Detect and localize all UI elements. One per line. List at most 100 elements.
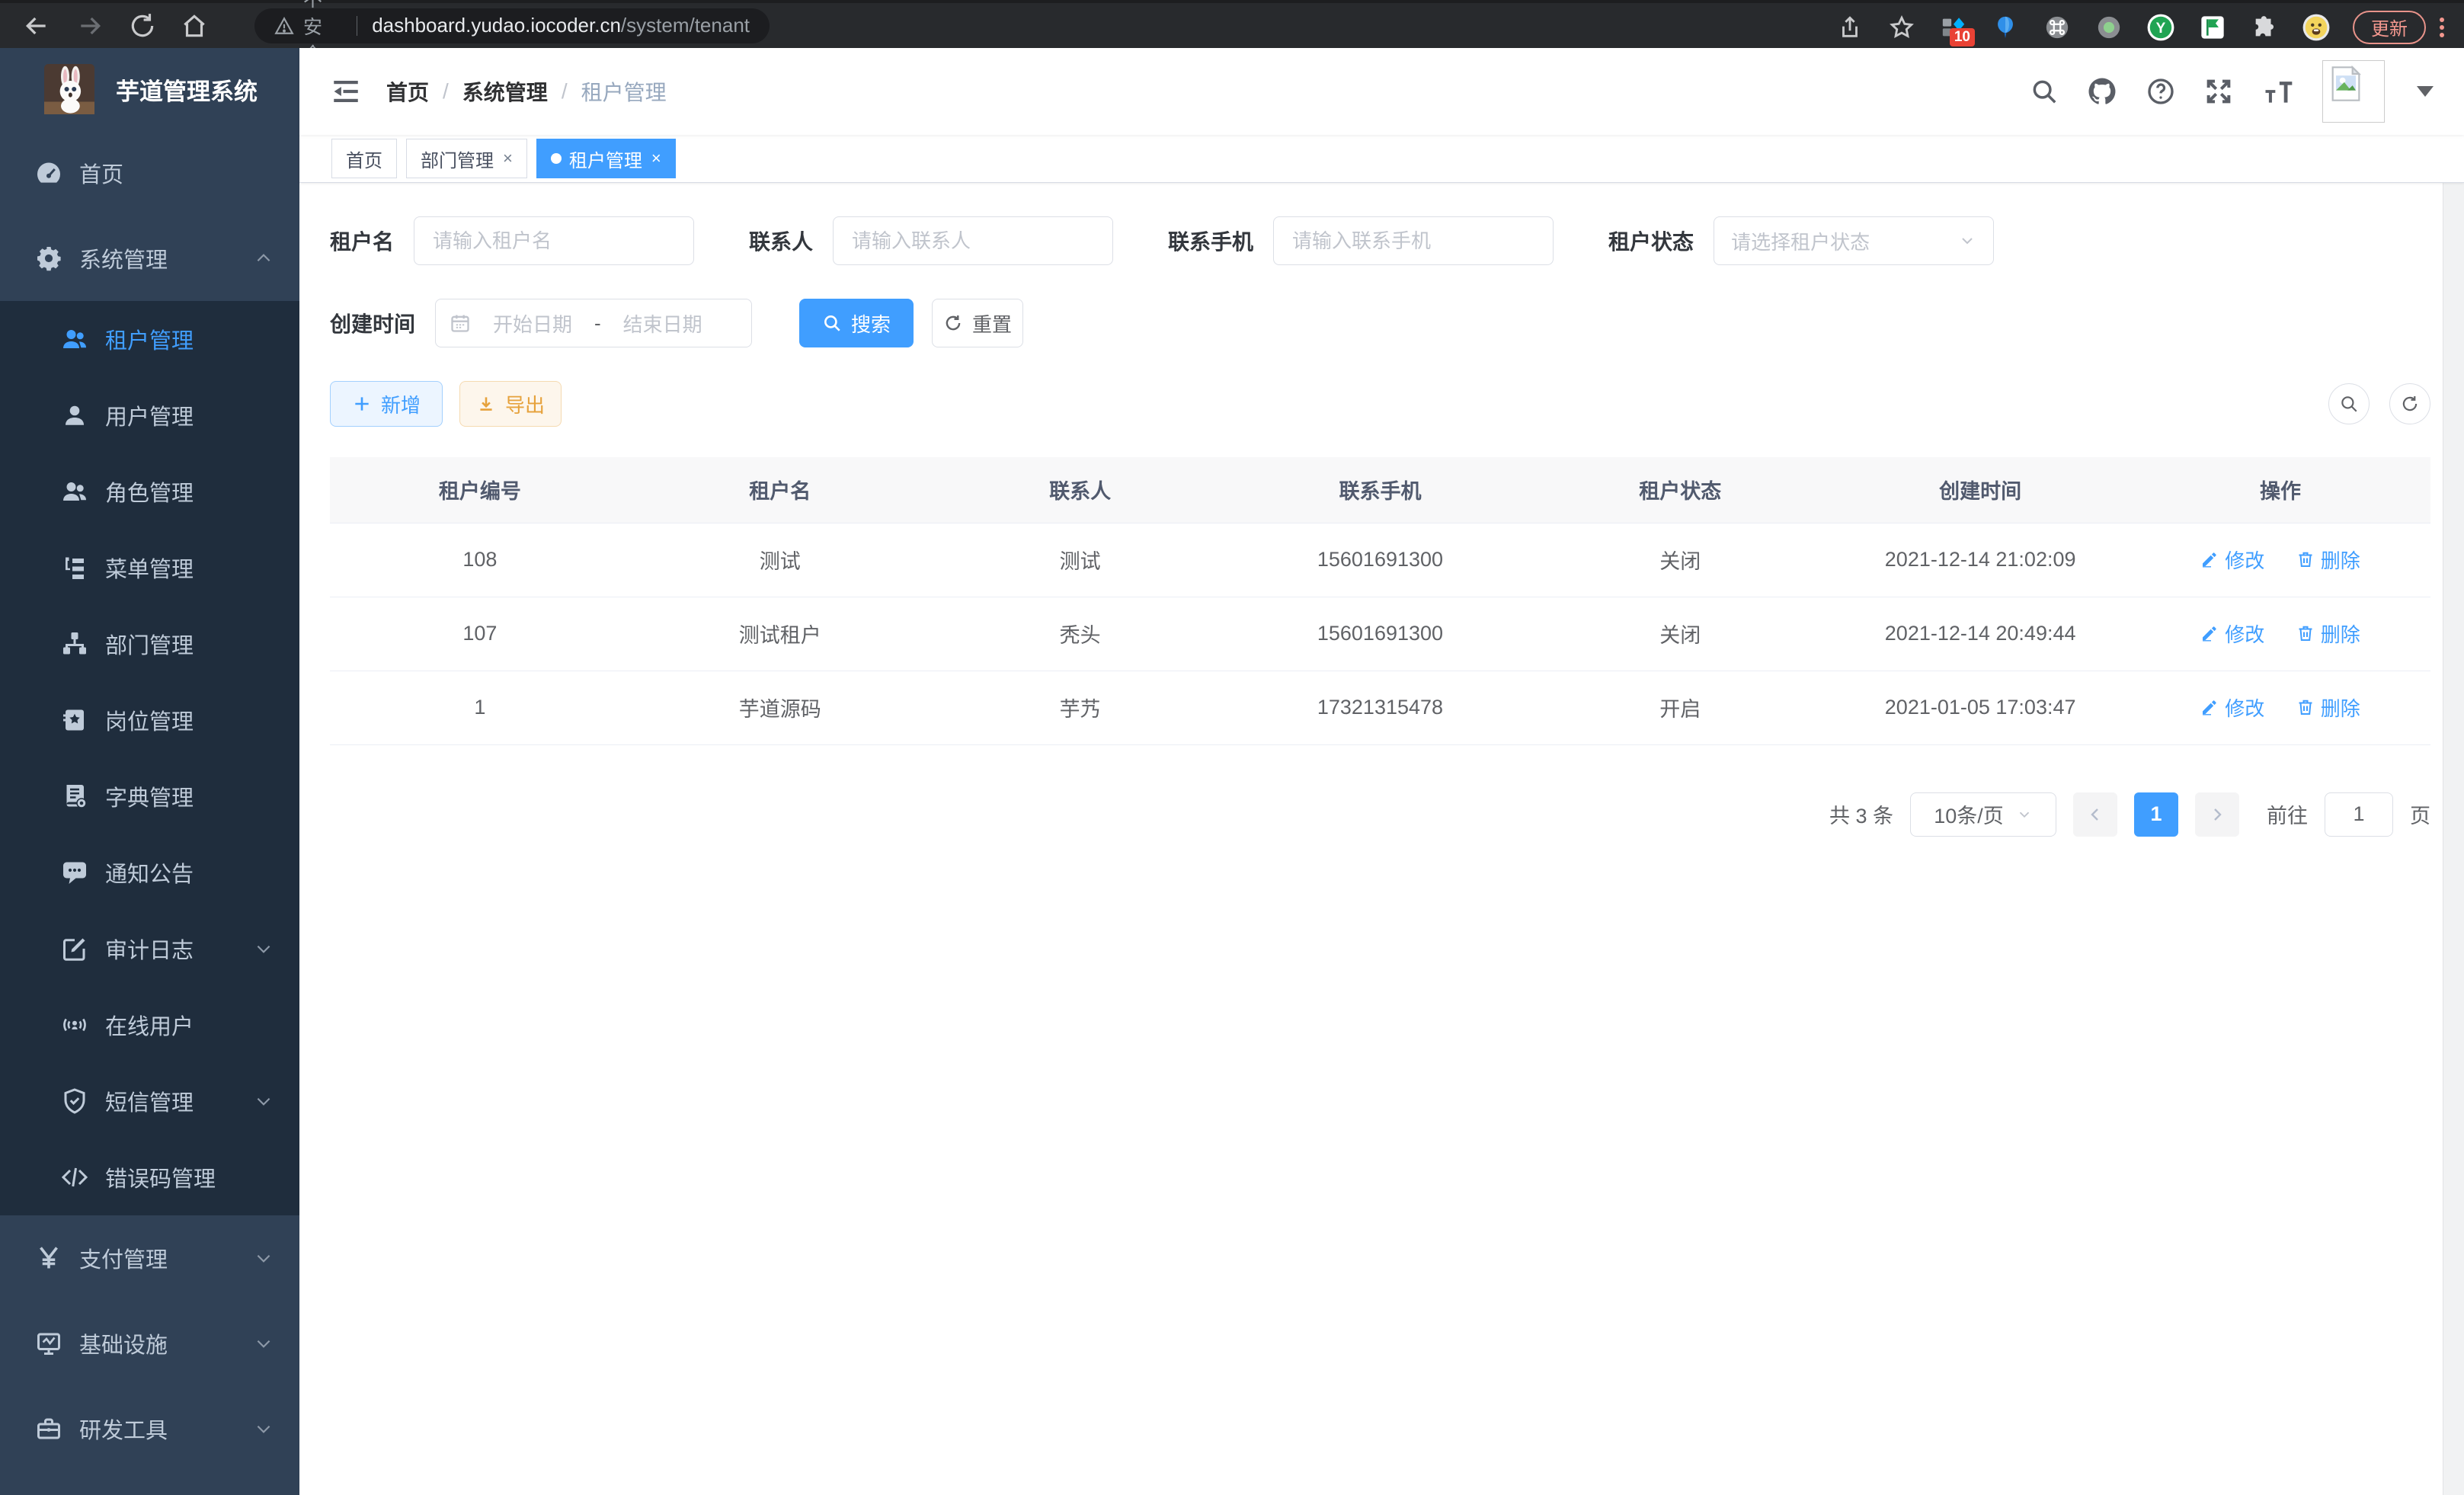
tenant-name-label: 租户名	[330, 226, 394, 256]
col-mobile: 联系手机	[1230, 457, 1531, 523]
sidebar-item-online-users[interactable]: 在线用户	[0, 987, 299, 1063]
browser-forward-icon[interactable]	[75, 11, 105, 41]
export-button[interactable]: 导出	[459, 381, 562, 427]
logo-rabbit-image	[44, 64, 94, 114]
edit-link[interactable]: 修改	[2200, 546, 2264, 574]
plus-icon	[352, 394, 372, 414]
page-size-select[interactable]: 10条/页	[1910, 792, 2056, 837]
edit-link[interactable]: 修改	[2200, 693, 2264, 722]
browser-home-icon[interactable]	[180, 11, 209, 40]
sidebar-item-sms[interactable]: 短信管理	[0, 1063, 299, 1139]
extensions-puzzle-icon[interactable]	[2238, 14, 2290, 40]
table-toolbar: 新增 导出	[330, 381, 2430, 427]
sidebar-item-home[interactable]: 首页	[0, 130, 299, 216]
sidebar-item-audit-log[interactable]: 审计日志	[0, 911, 299, 987]
status-select[interactable]: 请选择租户状态	[1714, 216, 1994, 265]
delete-link[interactable]: 删除	[2296, 546, 2360, 574]
sidebar-item-post[interactable]: 岗位管理	[0, 682, 299, 758]
extension-flag[interactable]	[2187, 15, 2238, 40]
date-range-picker[interactable]: 开始日期 - 结束日期	[435, 299, 752, 347]
profile-avatar[interactable]	[2290, 13, 2342, 42]
sidebar-item-menu[interactable]: 菜单管理	[0, 530, 299, 606]
header-search-icon[interactable]	[2030, 77, 2059, 106]
app-logo[interactable]: 芋道管理系统	[0, 48, 299, 130]
sidebar-item-infrastructure[interactable]: 基础设施	[0, 1301, 299, 1386]
extension-balloon[interactable]	[1979, 14, 2031, 40]
monitor-icon	[35, 1330, 62, 1357]
delete-link[interactable]: 删除	[2296, 693, 2360, 722]
tag-tenant-active[interactable]: 租户管理 ×	[536, 139, 676, 178]
sidebar-item-system[interactable]: 系统管理	[0, 216, 299, 301]
app-title: 芋道管理系统	[116, 72, 258, 107]
toggle-search-button[interactable]	[2328, 383, 2370, 424]
tag-home[interactable]: 首页	[331, 139, 397, 178]
active-tag-dot	[551, 153, 562, 164]
delete-link[interactable]: 删除	[2296, 619, 2360, 648]
browser-reload-icon[interactable]	[128, 11, 157, 40]
col-created: 创建时间	[1830, 457, 2130, 523]
share-icon[interactable]	[1837, 14, 1863, 40]
extension-recorder[interactable]	[2083, 14, 2135, 40]
system-submenu: 租户管理 用户管理 角色管理 菜单管理 部门管理	[0, 301, 299, 1215]
add-button[interactable]: 新增	[330, 381, 443, 427]
sidebar-item-tenant[interactable]: 租户管理	[0, 301, 299, 377]
cell-mobile: 17321315478	[1230, 671, 1531, 744]
sidebar-item-payment[interactable]: 支付管理	[0, 1215, 299, 1301]
sidebar-item-dev-tools[interactable]: 研发工具	[0, 1386, 299, 1471]
user-icon	[61, 402, 88, 429]
goto-label: 前往	[2267, 799, 2308, 829]
reset-button[interactable]: 重置	[932, 299, 1023, 347]
tag-close-icon[interactable]: ×	[503, 149, 513, 168]
prev-page-button[interactable]	[2073, 792, 2117, 837]
fullscreen-icon[interactable]	[2203, 76, 2234, 107]
mobile-label: 联系手机	[1168, 226, 1253, 256]
goto-page-input[interactable]	[2325, 792, 2393, 837]
next-page-button[interactable]	[2195, 792, 2239, 837]
avatar[interactable]	[2322, 60, 2385, 123]
sidebar-item-dept[interactable]: 部门管理	[0, 606, 299, 682]
sidebar-item-dict[interactable]: 字典管理	[0, 758, 299, 834]
download-icon	[476, 394, 496, 414]
cell-created: 2021-12-14 21:02:09	[1830, 523, 2130, 597]
status-text: 关闭	[1530, 523, 1830, 597]
sidebar-item-user[interactable]: 用户管理	[0, 377, 299, 453]
sidebar-item-notice[interactable]: 通知公告	[0, 834, 299, 911]
tag-dept[interactable]: 部门管理 ×	[406, 139, 527, 178]
extension-yudao[interactable]: Y	[2135, 13, 2187, 42]
page-number-button[interactable]: 1	[2134, 792, 2178, 837]
tag-close-icon[interactable]: ×	[651, 149, 661, 168]
sidebar-toggle-icon[interactable]	[330, 75, 362, 107]
calendar-icon	[450, 312, 471, 334]
extension-badge: 10	[1950, 28, 1975, 46]
url-path[interactable]: /system/tenant	[621, 14, 750, 37]
browser-update-button[interactable]: 更新	[2353, 11, 2426, 44]
filter-row-1: 租户名 联系人 联系手机 租户状态 请选择租户状态	[330, 216, 2430, 265]
breadcrumb-home[interactable]: 首页	[386, 76, 429, 107]
sidebar-item-error-code[interactable]: 错误码管理	[0, 1139, 299, 1215]
extension-colorzilla[interactable]: 10	[1928, 14, 1979, 40]
url-host[interactable]: dashboard.yudao.iocoder.cn	[372, 14, 621, 37]
contact-input[interactable]	[833, 216, 1113, 265]
github-icon[interactable]	[2086, 75, 2118, 107]
avatar-caret-icon[interactable]	[2417, 86, 2434, 97]
sidebar-item-role[interactable]: 角色管理	[0, 453, 299, 530]
date-separator: -	[594, 312, 601, 335]
font-size-icon[interactable]	[2261, 75, 2295, 108]
search-button[interactable]: 搜索	[799, 299, 914, 347]
message-icon	[61, 859, 88, 886]
pencil-icon	[2200, 698, 2219, 716]
edit-log-icon	[61, 935, 88, 962]
help-icon[interactable]	[2146, 76, 2176, 107]
breadcrumb-system[interactable]: 系统管理	[462, 76, 548, 107]
page-scrollbar[interactable]	[2443, 48, 2464, 1495]
address-bar[interactable]: 不安全 dashboard.yudao.iocoder.cn/system/te…	[254, 8, 770, 43]
edit-link[interactable]: 修改	[2200, 619, 2264, 648]
mobile-input[interactable]	[1273, 216, 1554, 265]
bookmark-star-icon[interactable]	[1889, 14, 1915, 40]
browser-menu-icon[interactable]	[2432, 14, 2452, 40]
tenant-name-input[interactable]	[414, 216, 694, 265]
extension-command[interactable]	[2031, 14, 2083, 40]
browser-back-icon[interactable]	[21, 11, 52, 41]
refresh-table-button[interactable]	[2389, 383, 2430, 424]
create-time-label: 创建时间	[330, 308, 415, 338]
